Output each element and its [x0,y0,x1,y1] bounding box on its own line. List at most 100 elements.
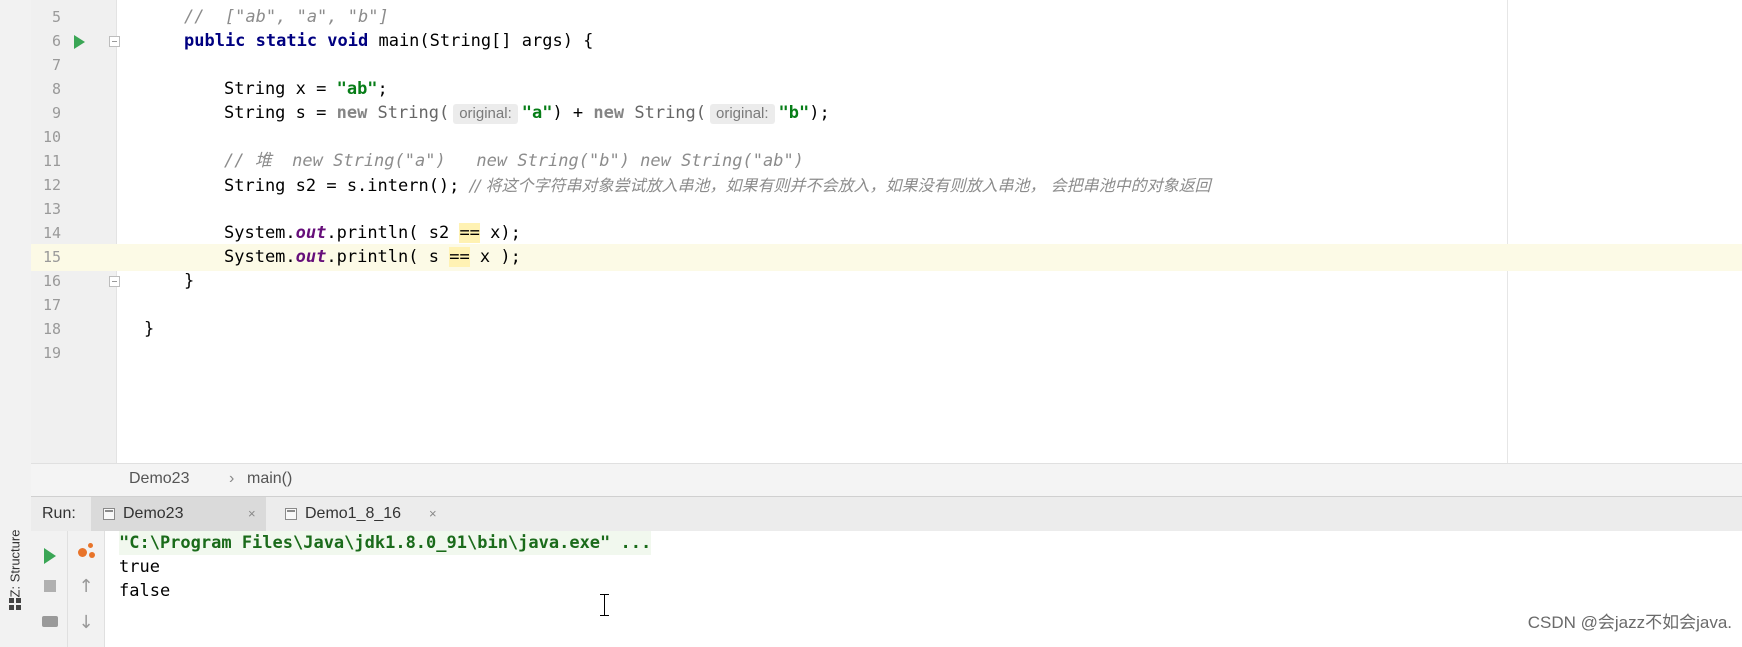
code-segment: String s2 = s.intern(); [224,176,470,196]
tab-demo1-8-16[interactable]: Demo1_8_16 × [273,497,453,531]
line-number: 6 [51,32,61,50]
run-label: Run: [42,505,76,522]
string-literal: "ab" [336,79,378,99]
keyword: public static void [184,31,369,51]
code-line-7: 7 [31,52,1742,79]
console-output-line: false [119,581,171,601]
breadcrumb-method[interactable]: main() [247,470,292,488]
line-number: 19 [42,344,61,362]
code-segment: ); [809,103,830,123]
static-field: out [295,247,327,267]
line-number: 8 [51,80,61,98]
breadcrumb-separator: › [229,470,235,487]
parameter-hint: original: [453,104,518,124]
code-line-17: 17 [31,292,1742,319]
code-text: } [144,316,154,343]
code-text: } [184,268,194,295]
code-line-12: 12 String s2 = s.intern(); // 将这个字符串对象尝试… [31,172,1742,199]
code-editor[interactable]: 5 // ["ab", "a", "b"] 6 public static vo… [31,0,1742,463]
code-segment: } [184,271,195,291]
line-number: 13 [42,200,61,218]
line-number: 18 [42,320,61,338]
rerun-icon[interactable] [38,544,62,568]
tab-demo23[interactable]: Demo23 × [91,497,266,531]
breadcrumb-class[interactable]: Demo23 [129,470,189,488]
line-number: 9 [51,104,61,122]
code-segment: main(String[] args) { [368,31,594,51]
line-number: 17 [42,296,61,314]
code-line-5: 5 // ["ab", "a", "b"] [31,4,1742,31]
run-config-icon [103,508,115,520]
run-toolbar-primary [31,531,68,647]
scroll-up-icon[interactable]: ↑ [74,575,98,599]
code-segment: ) + [552,103,594,123]
code-line-9: 9 String s = new String(original: "a") + … [31,100,1742,127]
fold-icon[interactable] [109,36,120,47]
close-icon[interactable]: × [429,506,437,521]
fold-icon[interactable] [109,276,120,287]
code-text: String x = "ab"; [224,76,388,103]
string-literal: "b" [778,103,810,123]
line-number: 16 [42,272,61,290]
keyword: new [336,103,368,123]
code-segment: System. [224,247,296,267]
line-number: 7 [51,56,61,74]
code-line-16: 16 } [31,268,1742,295]
code-text: System.out.println( s2 == x); [224,220,521,247]
structure-tab-label: Z: Structure [7,529,23,597]
code-text: // ["ab", "a", "b"] [184,4,389,31]
structure-icon [9,598,21,610]
console-command-line: "C:\Program Files\Java\jdk1.8.0_91\bin\j… [119,531,652,555]
debug-icon[interactable] [74,540,98,564]
line-number: 14 [42,224,61,242]
scroll-down-icon[interactable]: ↓ [74,611,98,635]
stop-icon[interactable] [38,574,62,598]
line-number: 10 [42,128,61,146]
operator-highlight: == [459,223,480,243]
line-number: 11 [42,152,61,170]
code-text: public static void main(String[] args) { [184,28,593,55]
run-panel-header: Run: Demo23 × Demo1_8_16 × [31,496,1742,532]
code-line-15-current: 15 System.out.println( s == x ); [31,244,1742,271]
close-icon[interactable]: × [248,506,256,521]
camera-icon[interactable] [38,609,62,633]
comment: // ["ab", "a", "b"] [184,7,389,27]
static-field: out [295,223,327,243]
left-tool-stripe: Z: Structure [0,0,32,647]
code-line-11: 11 // 堆 new String("a") new String("b") … [31,148,1742,175]
code-segment: .println( s2 [326,223,460,243]
tab-label: Demo23 [123,505,184,522]
comment: // 堆 new String("a") new String("b") new… [224,151,804,171]
run-config-icon [285,508,297,520]
code-line-8: 8 String x = "ab"; [31,76,1742,103]
code-segment: String x = [224,79,337,99]
code-line-14: 14 System.out.println( s2 == x); [31,220,1742,247]
keyword: new [593,103,625,123]
parameter-hint: original: [710,104,775,124]
code-segment: x ); [469,247,521,267]
breadcrumb: Demo23 › main() [31,463,1742,497]
line-number: 12 [42,176,61,194]
operator-highlight: == [449,247,470,267]
code-segment: ; [377,79,388,99]
tab-label: Demo1_8_16 [305,505,402,522]
code-segment: .println( s [326,247,450,267]
text-cursor-icon [600,594,609,616]
code-segment: String s = [224,103,337,123]
console-output-line: true [119,557,160,577]
run-gutter-icon[interactable] [74,35,85,49]
line-number: 5 [51,8,61,26]
run-toolbar-secondary: ↑ ↓ [68,531,105,647]
watermark: CSDN @会jazz不如会java. [1527,613,1732,632]
line-number: 15 [42,248,61,266]
run-panel: ↑ ↓ "C:\Program Files\Java\jdk1.8.0_91\b… [31,531,1742,647]
code-line-6: 6 public static void main(String[] args)… [31,28,1742,55]
code-segment: String( [367,103,450,123]
code-line-19: 19 [31,340,1742,367]
code-segment: System. [224,223,296,243]
code-line-18: 18 } [31,316,1742,343]
code-line-13: 13 [31,196,1742,223]
code-line-10: 10 [31,124,1742,151]
code-segment: String( [624,103,707,123]
comment: // 将这个字符串对象尝试放入串池，如果有则并不会放入，如果没有则放入串池， 会… [469,176,1211,195]
